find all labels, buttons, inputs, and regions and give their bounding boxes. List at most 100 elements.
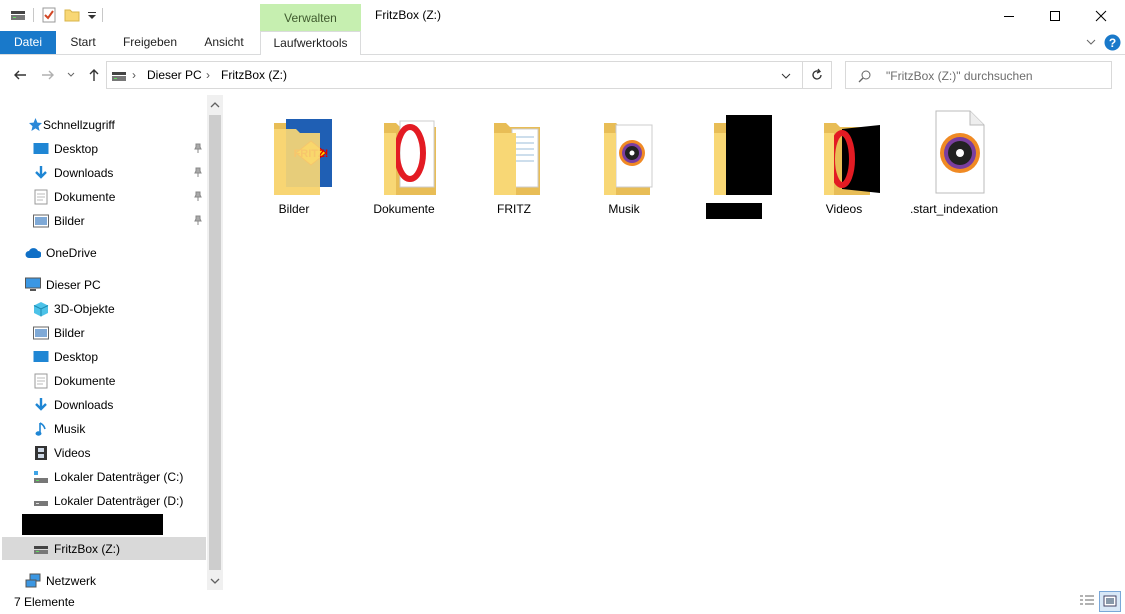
sidebar-item-drive-c[interactable]: Lokaler Datenträger (C:) bbox=[0, 465, 206, 488]
navigation-scrollbar[interactable] bbox=[207, 95, 223, 590]
search-input[interactable]: "FritzBox (Z:)" durchsuchen bbox=[886, 69, 1033, 83]
pin-icon[interactable] bbox=[193, 166, 203, 180]
system-drive-icon bbox=[33, 469, 49, 485]
network-icon bbox=[25, 573, 41, 589]
pictures-icon bbox=[33, 325, 49, 341]
address-bar[interactable]: › Dieser PC › FritzBox (Z:) bbox=[106, 61, 803, 89]
sidebar-item-musik[interactable]: Musik bbox=[0, 417, 206, 440]
sidebar-item-videos[interactable]: Videos bbox=[0, 441, 206, 464]
item-name: Videos bbox=[825, 202, 863, 216]
sidebar-item-downloads-pc[interactable]: Downloads bbox=[0, 393, 206, 416]
cloud-icon bbox=[25, 245, 41, 261]
breadcrumb-separator-icon: › bbox=[206, 68, 210, 82]
folder-opera-icon bbox=[824, 123, 880, 195]
large-icons-view-icon bbox=[1103, 595, 1117, 607]
navigation-pane: Schnellzugriff Desktop Downloads Dokumen… bbox=[0, 95, 207, 590]
up-button[interactable] bbox=[84, 65, 104, 85]
maximize-icon bbox=[1050, 10, 1060, 21]
scroll-up-icon[interactable] bbox=[210, 99, 220, 113]
computer-icon bbox=[25, 277, 41, 293]
drive-icon[interactable] bbox=[10, 7, 26, 23]
sidebar-item-desktop[interactable]: Desktop bbox=[0, 137, 206, 160]
sidebar-item-3d-objekte[interactable]: 3D-Objekte bbox=[0, 297, 206, 320]
arrow-left-icon bbox=[14, 70, 26, 80]
scroll-down-icon[interactable] bbox=[210, 575, 220, 589]
item-count: 7 Elemente bbox=[14, 595, 75, 609]
close-button[interactable] bbox=[1078, 0, 1124, 31]
properties-icon[interactable] bbox=[41, 7, 57, 23]
tab-ansicht[interactable]: Ansicht bbox=[194, 31, 254, 54]
item-name: .start_indexation bbox=[909, 202, 999, 216]
sidebar-item-fritzbox[interactable]: FritzBox (Z:) bbox=[2, 537, 206, 560]
pin-icon[interactable] bbox=[193, 190, 203, 204]
folder-item[interactable]: Musik bbox=[574, 107, 674, 222]
sidebar-item-bilder-pc[interactable]: Bilder bbox=[0, 321, 206, 344]
back-button[interactable] bbox=[10, 65, 30, 85]
file-item[interactable]: .start_indexation bbox=[904, 107, 1004, 222]
sidebar-item-dokumente[interactable]: Dokumente bbox=[0, 185, 206, 208]
maximize-button[interactable] bbox=[1032, 0, 1078, 31]
item-name-redacted bbox=[706, 203, 762, 219]
sidebar-item-bilder[interactable]: Bilder bbox=[0, 209, 206, 232]
star-icon bbox=[27, 117, 43, 133]
sidebar-item-dieser-pc[interactable]: Dieser PC bbox=[0, 273, 206, 296]
large-icons-view-button[interactable] bbox=[1099, 591, 1121, 612]
folder-fritz-icon: FRITZ! bbox=[274, 119, 332, 195]
item-name: Bilder bbox=[278, 202, 310, 216]
sidebar-item-schnellzugriff[interactable]: Schnellzugriff bbox=[0, 113, 206, 136]
title-bar: Verwalten FritzBox (Z:) bbox=[0, 0, 1125, 31]
arrow-up-icon bbox=[89, 69, 99, 81]
sidebar-item-drive-d[interactable]: Lokaler Datenträger (D:) bbox=[0, 489, 206, 512]
svg-text:?: ? bbox=[1109, 36, 1116, 50]
item-name: Musik bbox=[608, 202, 640, 216]
music-note-icon bbox=[33, 421, 49, 437]
breadcrumb-item[interactable]: FritzBox (Z:) bbox=[221, 68, 287, 82]
close-icon bbox=[1095, 10, 1107, 21]
film-icon bbox=[33, 445, 49, 461]
network-drive-icon bbox=[33, 541, 49, 557]
status-bar: 7 Elemente bbox=[0, 590, 1125, 614]
desktop-icon bbox=[33, 349, 49, 365]
sidebar-item-downloads[interactable]: Downloads bbox=[0, 161, 206, 184]
cube-icon bbox=[33, 301, 49, 317]
scrollbar-thumb[interactable] bbox=[209, 115, 221, 570]
address-dropdown-icon[interactable] bbox=[780, 70, 792, 85]
folder-opera-icon bbox=[384, 120, 436, 195]
sidebar-item-onedrive[interactable]: OneDrive bbox=[0, 241, 206, 264]
drive-icon bbox=[111, 68, 127, 87]
breadcrumb-separator-icon: › bbox=[132, 68, 136, 82]
sidebar-item-netzwerk[interactable]: Netzwerk bbox=[0, 569, 206, 592]
customize-quick-access-icon[interactable] bbox=[84, 7, 100, 23]
tab-start[interactable]: Start bbox=[58, 31, 108, 54]
drive-icon bbox=[33, 493, 49, 509]
help-icon[interactable]: ? bbox=[1104, 34, 1121, 54]
new-folder-icon[interactable] bbox=[64, 7, 80, 23]
folder-item[interactable]: FRITZ! Bilder bbox=[244, 107, 344, 222]
folder-item[interactable]: Videos bbox=[794, 107, 894, 222]
music-file-icon bbox=[935, 110, 985, 194]
expand-ribbon-icon[interactable] bbox=[1084, 35, 1098, 52]
folder-item[interactable]: Dokumente bbox=[354, 107, 454, 222]
folder-redacted-icon bbox=[714, 115, 772, 195]
search-icon bbox=[858, 69, 872, 86]
folder-item[interactable] bbox=[684, 107, 784, 222]
search-box[interactable]: "FritzBox (Z:)" durchsuchen bbox=[845, 61, 1112, 89]
minimize-button[interactable] bbox=[986, 0, 1032, 31]
forward-button[interactable] bbox=[38, 65, 58, 85]
details-view-icon[interactable] bbox=[1078, 593, 1096, 612]
recent-locations-button[interactable] bbox=[63, 65, 79, 85]
pin-icon[interactable] bbox=[193, 142, 203, 156]
sidebar-item-desktop-pc[interactable]: Desktop bbox=[0, 345, 206, 368]
desktop-icon bbox=[33, 141, 49, 157]
tab-freigeben[interactable]: Freigeben bbox=[114, 31, 186, 54]
tab-laufwerktools[interactable]: Laufwerktools bbox=[260, 31, 361, 55]
breadcrumb-item[interactable]: Dieser PC bbox=[147, 68, 202, 82]
sidebar-item-dokumente-pc[interactable]: Dokumente bbox=[0, 369, 206, 392]
pictures-icon bbox=[33, 213, 49, 229]
folder-item[interactable]: FRITZ bbox=[464, 107, 564, 222]
item-name: Dokumente bbox=[373, 202, 435, 216]
refresh-button[interactable] bbox=[803, 61, 832, 89]
item-name: FRITZ bbox=[497, 202, 531, 216]
tab-datei[interactable]: Datei bbox=[0, 31, 56, 54]
pin-icon[interactable] bbox=[193, 214, 203, 228]
